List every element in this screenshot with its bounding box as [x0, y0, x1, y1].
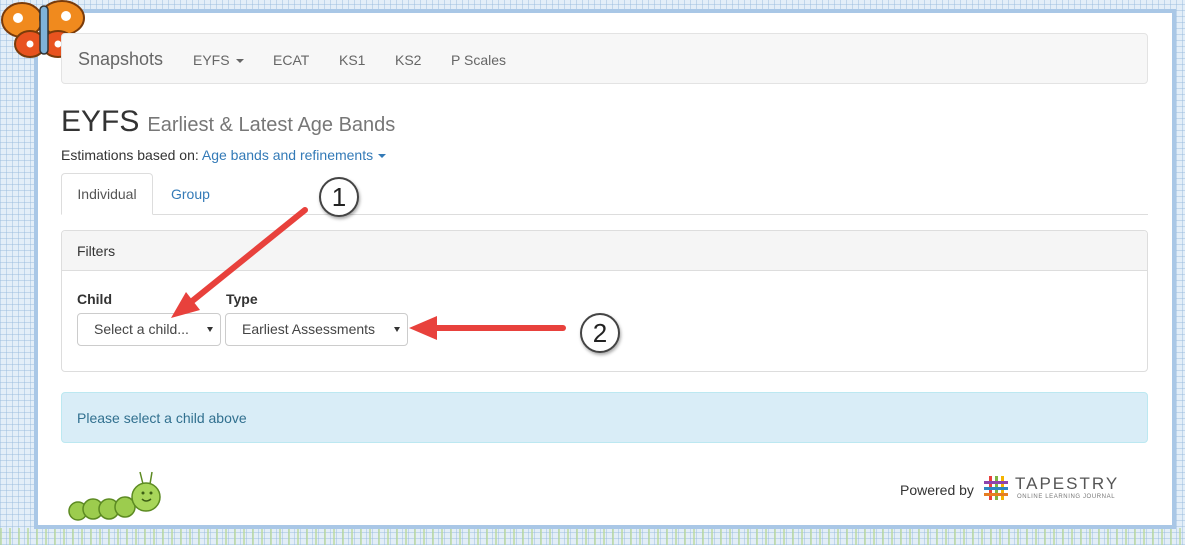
estimations-value: Age bands and refinements [201, 147, 374, 163]
annotation-badge-1: 1 [319, 177, 359, 217]
child-label: Child [77, 291, 112, 307]
tabs-divider [61, 214, 1148, 215]
nav-brand[interactable]: Snapshots [78, 49, 163, 70]
nav-item-p-scales[interactable]: P Scales [451, 52, 506, 68]
nav-item-ks2[interactable]: KS2 [395, 52, 421, 68]
info-alert: Please select a child above [61, 392, 1148, 443]
estimations-dropdown[interactable]: Age bands and refinements [201, 147, 387, 163]
caret-down-icon [235, 59, 244, 64]
top-navbar: Snapshots EYFS ECAT KS1 KS2 P Scales [61, 33, 1148, 84]
tab-group[interactable]: Group [171, 186, 210, 202]
nav-item-eyfs-label: EYFS [193, 52, 230, 68]
powered-by-text: Powered by [900, 482, 974, 498]
nav-item-eyfs[interactable]: EYFS [193, 52, 244, 68]
tapestry-tagline: ONLINE LEARNING JOURNAL [1017, 494, 1116, 500]
caret-down-icon [378, 154, 387, 159]
estimations-label: Estimations based on: [61, 147, 199, 163]
tab-individual[interactable]: Individual [61, 173, 153, 215]
page-subtitle: Earliest & Latest Age Bands [147, 114, 396, 136]
tapestry-logo-icon [984, 476, 1008, 500]
tapestry-wordmark: TAPESTRY [1015, 474, 1120, 493]
filters-heading: Filters [62, 231, 1147, 271]
grass-border [0, 528, 1185, 545]
page-title-main: EYFS [61, 105, 140, 138]
nav-item-ks1[interactable]: KS1 [339, 52, 365, 68]
select-caret-icon [207, 327, 213, 332]
type-label: Type [226, 291, 258, 307]
type-select[interactable]: Earliest Assessments [225, 313, 408, 346]
child-select-value: Select a child... [94, 321, 189, 337]
page-title: EYFS Earliest & Latest Age Bands [61, 105, 395, 139]
nav-item-ecat[interactable]: ECAT [273, 52, 309, 68]
type-select-value: Earliest Assessments [242, 321, 376, 337]
caterpillar-icon [68, 471, 161, 521]
select-caret-icon [394, 327, 400, 332]
annotation-badge-2: 2 [580, 313, 620, 353]
child-select[interactable]: Select a child... [77, 313, 221, 346]
estimations-line: Estimations based on: Age bands and refi… [61, 147, 387, 163]
